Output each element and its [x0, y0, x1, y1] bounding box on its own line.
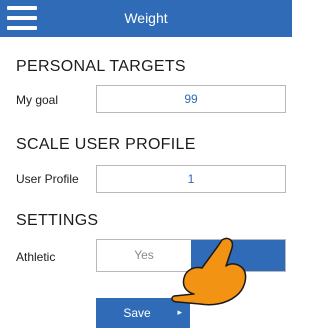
athletic-yes-option[interactable]: Yes: [97, 240, 191, 271]
chevron-right-icon: ▸: [177, 307, 182, 317]
save-button[interactable]: Save ▸: [96, 298, 190, 328]
scale-user-profile-heading: SCALE USER PROFILE: [16, 136, 196, 153]
save-button-label: Save: [123, 306, 151, 320]
athletic-label: Athletic: [16, 250, 56, 264]
user-profile-field[interactable]: 1: [96, 165, 286, 193]
user-profile-label: User Profile: [16, 172, 79, 186]
app-header: Weight: [0, 0, 292, 37]
athletic-no-option[interactable]: [191, 240, 285, 271]
personal-targets-heading: PERSONAL TARGETS: [16, 58, 186, 75]
page-title: Weight: [124, 10, 168, 26]
settings-heading: SETTINGS: [16, 212, 99, 229]
athletic-toggle[interactable]: Yes: [96, 239, 286, 272]
my-goal-label: My goal: [16, 93, 59, 107]
my-goal-field[interactable]: 99: [96, 85, 286, 113]
